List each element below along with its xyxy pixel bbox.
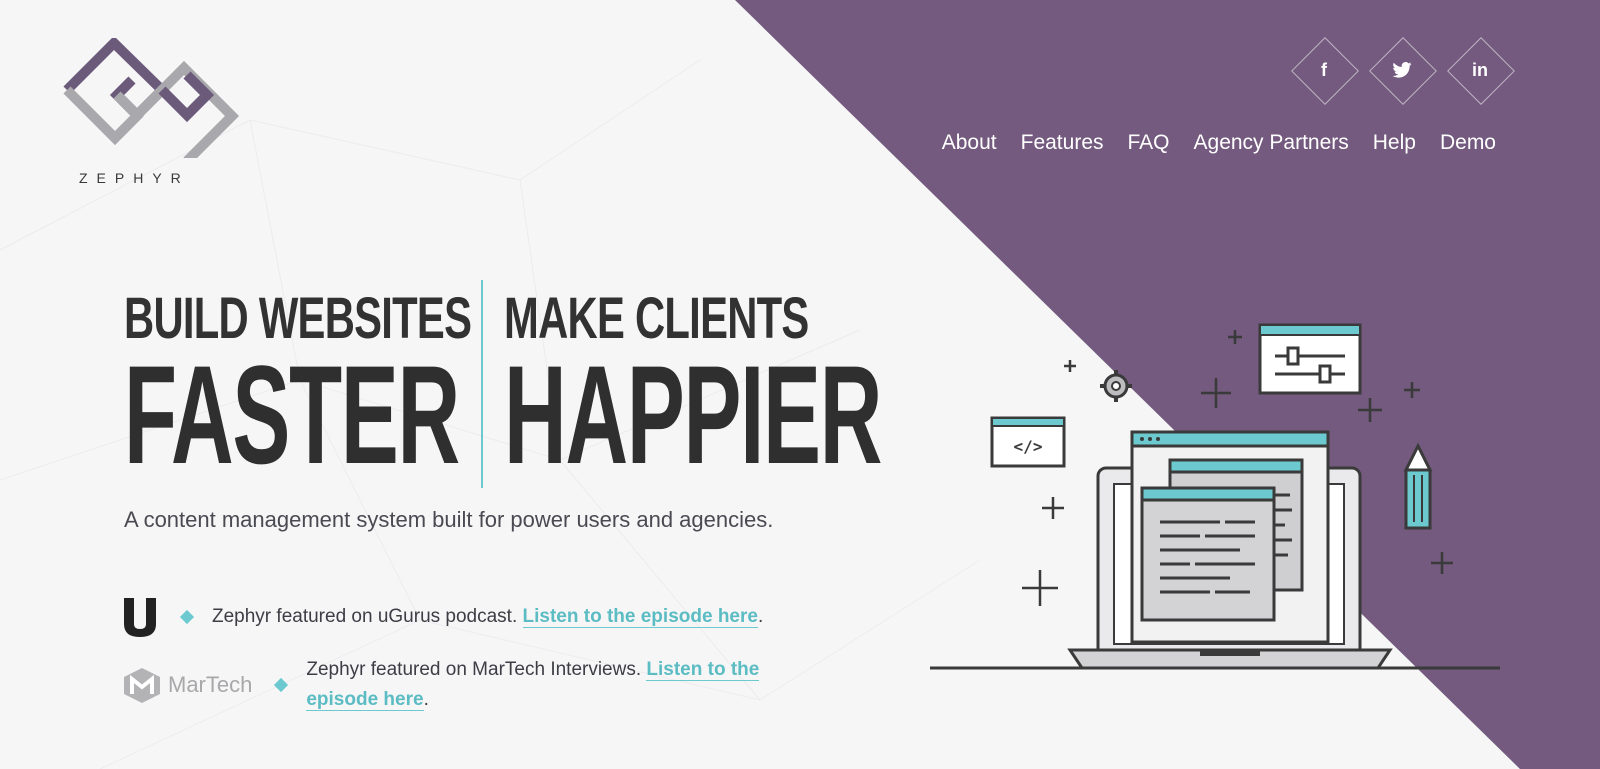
listen-episode-link-cont[interactable]: episode here	[306, 689, 424, 711]
listen-episode-link[interactable]: Listen to the	[646, 659, 760, 681]
hero-tagline: A content management system built for po…	[124, 507, 774, 532]
twitter-link[interactable]	[1368, 36, 1437, 105]
listen-episode-link[interactable]: Listen to the episode here	[522, 606, 758, 628]
press-item-ugurus: Zephyr featured on uGurus podcast. Liste…	[122, 596, 763, 638]
svg-text:</>: </>	[1014, 437, 1043, 456]
press-suffix: .	[423, 689, 429, 710]
nav-item-agency-partners[interactable]: Agency Partners	[1194, 131, 1349, 155]
martech-logo-icon	[124, 668, 160, 703]
ugurus-logo-icon	[124, 598, 156, 637]
nav-item-help[interactable]: Help	[1373, 131, 1416, 155]
nav-item-demo[interactable]: Demo	[1440, 131, 1496, 155]
twitter-icon	[1368, 36, 1436, 104]
bullet-diamond	[179, 609, 195, 625]
headline-faster: FASTER	[124, 336, 460, 493]
headline-divider	[481, 280, 483, 488]
martech-logo: MarTech	[122, 666, 252, 704]
laptop-cms-illustration: </>	[930, 323, 1500, 670]
press-suffix: .	[757, 606, 764, 627]
press-text: Zephyr featured on uGurus podcast. Liste…	[212, 602, 763, 632]
zephyr-logo[interactable]	[62, 35, 242, 165]
martech-wordmark: MarTech	[168, 672, 253, 697]
facebook-icon: f	[1321, 59, 1327, 80]
main-nav: About Features FAQ Agency Partners Help …	[918, 131, 1496, 155]
nav-item-faq[interactable]: FAQ	[1128, 131, 1170, 155]
nav-item-about[interactable]: About	[942, 131, 997, 155]
zephyr-logo-mark-icon	[63, 35, 240, 165]
press-text: Zephyr featured on MarTech Interviews. L…	[306, 655, 760, 715]
linkedin-link[interactable]: in	[1446, 36, 1515, 105]
social-links: f in	[1290, 36, 1515, 105]
headline-happier: HAPPIER	[504, 336, 882, 493]
nav-item-features[interactable]: Features	[1021, 131, 1104, 155]
press-description: Zephyr featured on uGurus podcast.	[212, 606, 523, 627]
facebook-link[interactable]: f	[1290, 36, 1359, 105]
press-description: Zephyr featured on MarTech Interviews.	[306, 659, 647, 680]
press-item-martech: MarTech Zephyr featured on MarTech Inter…	[122, 655, 760, 715]
bullet-diamond	[274, 677, 289, 693]
linkedin-icon: in	[1472, 59, 1488, 80]
brand-wordmark: ZEPHYR	[79, 170, 190, 186]
